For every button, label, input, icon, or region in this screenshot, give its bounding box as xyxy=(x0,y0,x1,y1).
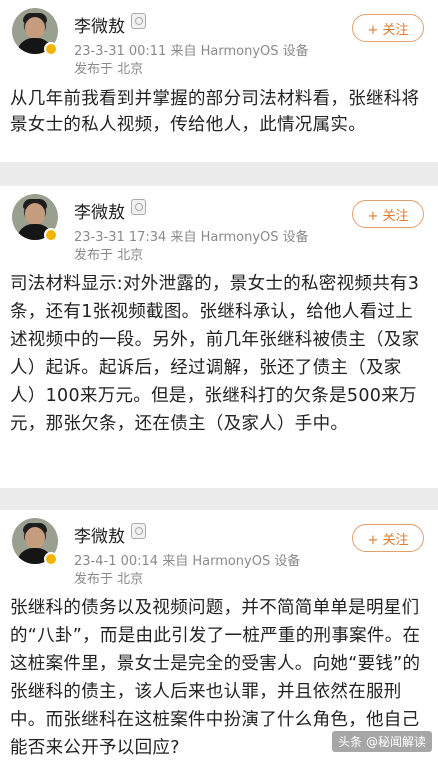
post-meta: 23-4-1 00:14 来自 HarmonyOS 设备 xyxy=(74,550,300,569)
post-content: 从几年前我看到并掌握的部分司法材料看，张继科将景女士的私人视频，传给他人，此情况… xyxy=(10,89,420,135)
post-time: 23-4-1 00:14 xyxy=(74,554,159,569)
post-location: 发布于 北京 xyxy=(74,572,144,587)
weibo-post: 李微敖 23-4-1 00:14 来自 HarmonyOS 设备 发布于 北京 … xyxy=(0,510,438,762)
rank-icon xyxy=(131,13,146,29)
post-location: 发布于 北京 xyxy=(74,248,144,263)
rank-icon xyxy=(131,523,146,539)
post-meta: 23-3-31 00:11 来自 HarmonyOS 设备 xyxy=(74,40,309,59)
post-time: 23-3-31 17:34 xyxy=(74,230,167,245)
weibo-post: 李微敖 23-3-31 00:11 来自 HarmonyOS 设备 发布于 北京… xyxy=(0,0,438,162)
weibo-post: 李微敖 23-3-31 17:34 来自 HarmonyOS 设备 发布于 北京… xyxy=(0,186,438,488)
verified-badge-icon xyxy=(44,552,58,566)
verified-badge-icon xyxy=(44,42,58,56)
avatar-face xyxy=(25,527,45,549)
avatar-face xyxy=(25,17,45,39)
post-source: 来自 HarmonyOS 设备 xyxy=(170,44,309,59)
avatar-face xyxy=(25,203,45,225)
follow-button[interactable]: + 关注 xyxy=(352,14,424,42)
rank-icon xyxy=(131,199,146,215)
verified-badge-icon xyxy=(44,228,58,242)
source-watermark: 头条 @秘闻解读 xyxy=(332,731,432,752)
follow-button[interactable]: + 关注 xyxy=(352,200,424,228)
post-source: 来自 HarmonyOS 设备 xyxy=(170,230,309,245)
post-content: 司法材料显示:对外泄露的，景女士的私密视频共有3条，还有1张视频截图。张继科承认… xyxy=(10,274,420,434)
follow-button[interactable]: + 关注 xyxy=(352,524,424,552)
author-name[interactable]: 李微敖 xyxy=(74,198,125,223)
post-source: 来自 HarmonyOS 设备 xyxy=(162,554,301,569)
post-location: 发布于 北京 xyxy=(74,62,144,77)
author-name[interactable]: 李微敖 xyxy=(74,522,125,547)
author-name[interactable]: 李微敖 xyxy=(74,12,125,37)
post-time: 23-3-31 00:11 xyxy=(74,44,167,59)
post-meta: 23-3-31 17:34 来自 HarmonyOS 设备 xyxy=(74,226,309,245)
